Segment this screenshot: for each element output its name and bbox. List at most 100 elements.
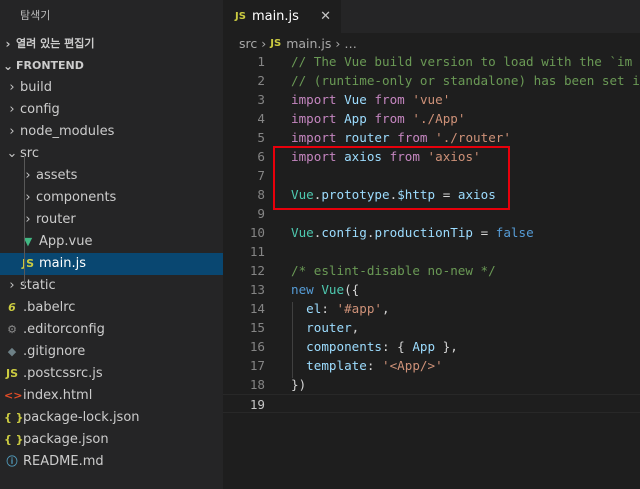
tree-item-babelrc[interactable]: 6 .babelrc: [0, 297, 223, 319]
line-number: 17: [249, 358, 265, 373]
code-token: Vue: [291, 225, 314, 240]
code-token: components: [306, 339, 382, 354]
tree-item-package-lock-json[interactable]: { } package-lock.json: [0, 407, 223, 429]
tree-item-node-modules[interactable]: › node_modules: [0, 121, 223, 143]
code-token: template: [306, 358, 367, 373]
open-editors-section[interactable]: › 열려 있는 편집기: [0, 33, 223, 55]
code-text: import App from './App': [265, 109, 465, 128]
tree-item-label: package.json: [23, 432, 109, 447]
chevron-down-icon: ⌄: [2, 59, 14, 73]
tree-item-label: index.html: [23, 388, 93, 403]
code-indent-guide: [292, 302, 293, 378]
code-text: components: { App },: [265, 337, 458, 356]
tree-item-router[interactable]: › router: [0, 209, 223, 231]
tree-item-label: README.md: [23, 454, 104, 469]
tree-item-static[interactable]: › static: [0, 275, 223, 297]
tree-item-postcssrc-js[interactable]: JS .postcssrc.js: [0, 363, 223, 385]
code-token: config: [321, 225, 367, 240]
tree-item-editorconfig[interactable]: ⚙ .editorconfig: [0, 319, 223, 341]
code-line[interactable]: 17 template: '<App/>': [223, 356, 640, 375]
tree-item-label: .gitignore: [23, 344, 86, 359]
line-number: 18: [249, 377, 265, 392]
code-line[interactable]: 13 new Vue({: [223, 280, 640, 299]
code-token: : {: [382, 339, 413, 354]
code-token: router: [306, 320, 352, 335]
code-token: },: [435, 339, 458, 354]
tree-item-label: components: [36, 190, 117, 205]
code-token: ,: [351, 320, 360, 335]
code-token: =: [435, 187, 458, 202]
tree-item-main-js[interactable]: JS main.js: [0, 253, 223, 275]
tree-item-components[interactable]: › components: [0, 187, 223, 209]
tree-item-label: config: [20, 102, 60, 117]
tree-item-label: assets: [36, 168, 78, 183]
json-file-icon: { }: [4, 411, 24, 424]
close-icon[interactable]: ✕: [320, 9, 331, 24]
code-token: =: [473, 225, 496, 240]
tree-item-label: router: [36, 212, 76, 227]
open-editors-label: 열려 있는 편집기: [16, 37, 95, 50]
code-line[interactable]: 1 // The Vue build version to load with t…: [223, 52, 640, 71]
tab-main-js[interactable]: JS main.js ✕: [223, 0, 341, 33]
code-token: from: [374, 92, 405, 107]
tree-item-readme-md[interactable]: ⓘ README.md: [0, 451, 223, 473]
code-line[interactable]: 14 el: '#app',: [223, 299, 640, 318]
line-number: 10: [249, 225, 265, 240]
chevron-right-icon: ›: [9, 102, 15, 117]
code-line[interactable]: 9: [223, 204, 640, 223]
code-token: Vue: [291, 187, 314, 202]
tree-item-package-json[interactable]: { } package.json: [0, 429, 223, 451]
code-line[interactable]: 15 router,: [223, 318, 640, 337]
code-line[interactable]: 3 import Vue from 'vue': [223, 90, 640, 109]
line-number: 2: [257, 73, 265, 88]
code-text: el: '#app',: [265, 299, 389, 318]
project-section[interactable]: ⌄ FRONTEND: [0, 55, 223, 77]
tree-item-label: App.vue: [39, 234, 93, 249]
code-token: import: [291, 149, 337, 164]
code-text: import router from './router': [265, 128, 511, 147]
tree-item-src[interactable]: ⌄ src: [0, 143, 223, 165]
tree-item-label: package-lock.json: [23, 410, 140, 425]
tree-item-assets[interactable]: › assets: [0, 165, 223, 187]
code-token: import: [291, 92, 337, 107]
code-line[interactable]: 18}): [223, 375, 640, 394]
tree-indent-guide: [24, 154, 25, 286]
code-token: productionTip: [374, 225, 474, 240]
json-file-icon: { }: [4, 433, 24, 446]
code-line[interactable]: 19: [223, 394, 640, 413]
tree-item-label: .babelrc: [23, 300, 76, 315]
code-token: false: [495, 225, 534, 240]
code-line[interactable]: 10 Vue.config.productionTip = false: [223, 223, 640, 242]
code-token: $http: [397, 187, 436, 202]
code-line[interactable]: 6 import axios from 'axios': [223, 147, 640, 166]
code-token: prototype: [321, 187, 390, 202]
code-line[interactable]: 8 Vue.prototype.$http = axios: [223, 185, 640, 204]
tree-item-index-html[interactable]: <> index.html: [0, 385, 223, 407]
code-line[interactable]: 7: [223, 166, 640, 185]
chevron-right-icon: ›: [9, 80, 15, 95]
code-line[interactable]: 4 import App from './App': [223, 109, 640, 128]
code-line[interactable]: 2 // (runtime-only or standalone) has bee…: [223, 71, 640, 90]
project-label: FRONTEND: [16, 59, 84, 72]
line-number: 12: [249, 263, 265, 278]
code-line[interactable]: 16 components: { App },: [223, 337, 640, 356]
code-token: 'vue': [412, 92, 451, 107]
tree-item-config[interactable]: › config: [0, 99, 223, 121]
code-token: from: [374, 111, 405, 126]
code-line[interactable]: 12 /* eslint-disable no-new */: [223, 261, 640, 280]
tree-item-build[interactable]: › build: [0, 77, 223, 99]
code-line[interactable]: 5 import router from './router': [223, 128, 640, 147]
tree-item-label: build: [20, 80, 52, 95]
tree-item-gitignore[interactable]: ◆ .gitignore: [0, 341, 223, 363]
code-area[interactable]: 1 // The Vue build version to load with t…: [223, 52, 640, 413]
tree-item-app-vue[interactable]: ▼ App.vue: [0, 231, 223, 253]
tree-item-label: src: [20, 146, 39, 161]
tree-item-label: .postcssrc.js: [23, 366, 103, 381]
code-line[interactable]: 11: [223, 242, 640, 261]
tree-item-label: .editorconfig: [23, 322, 105, 337]
